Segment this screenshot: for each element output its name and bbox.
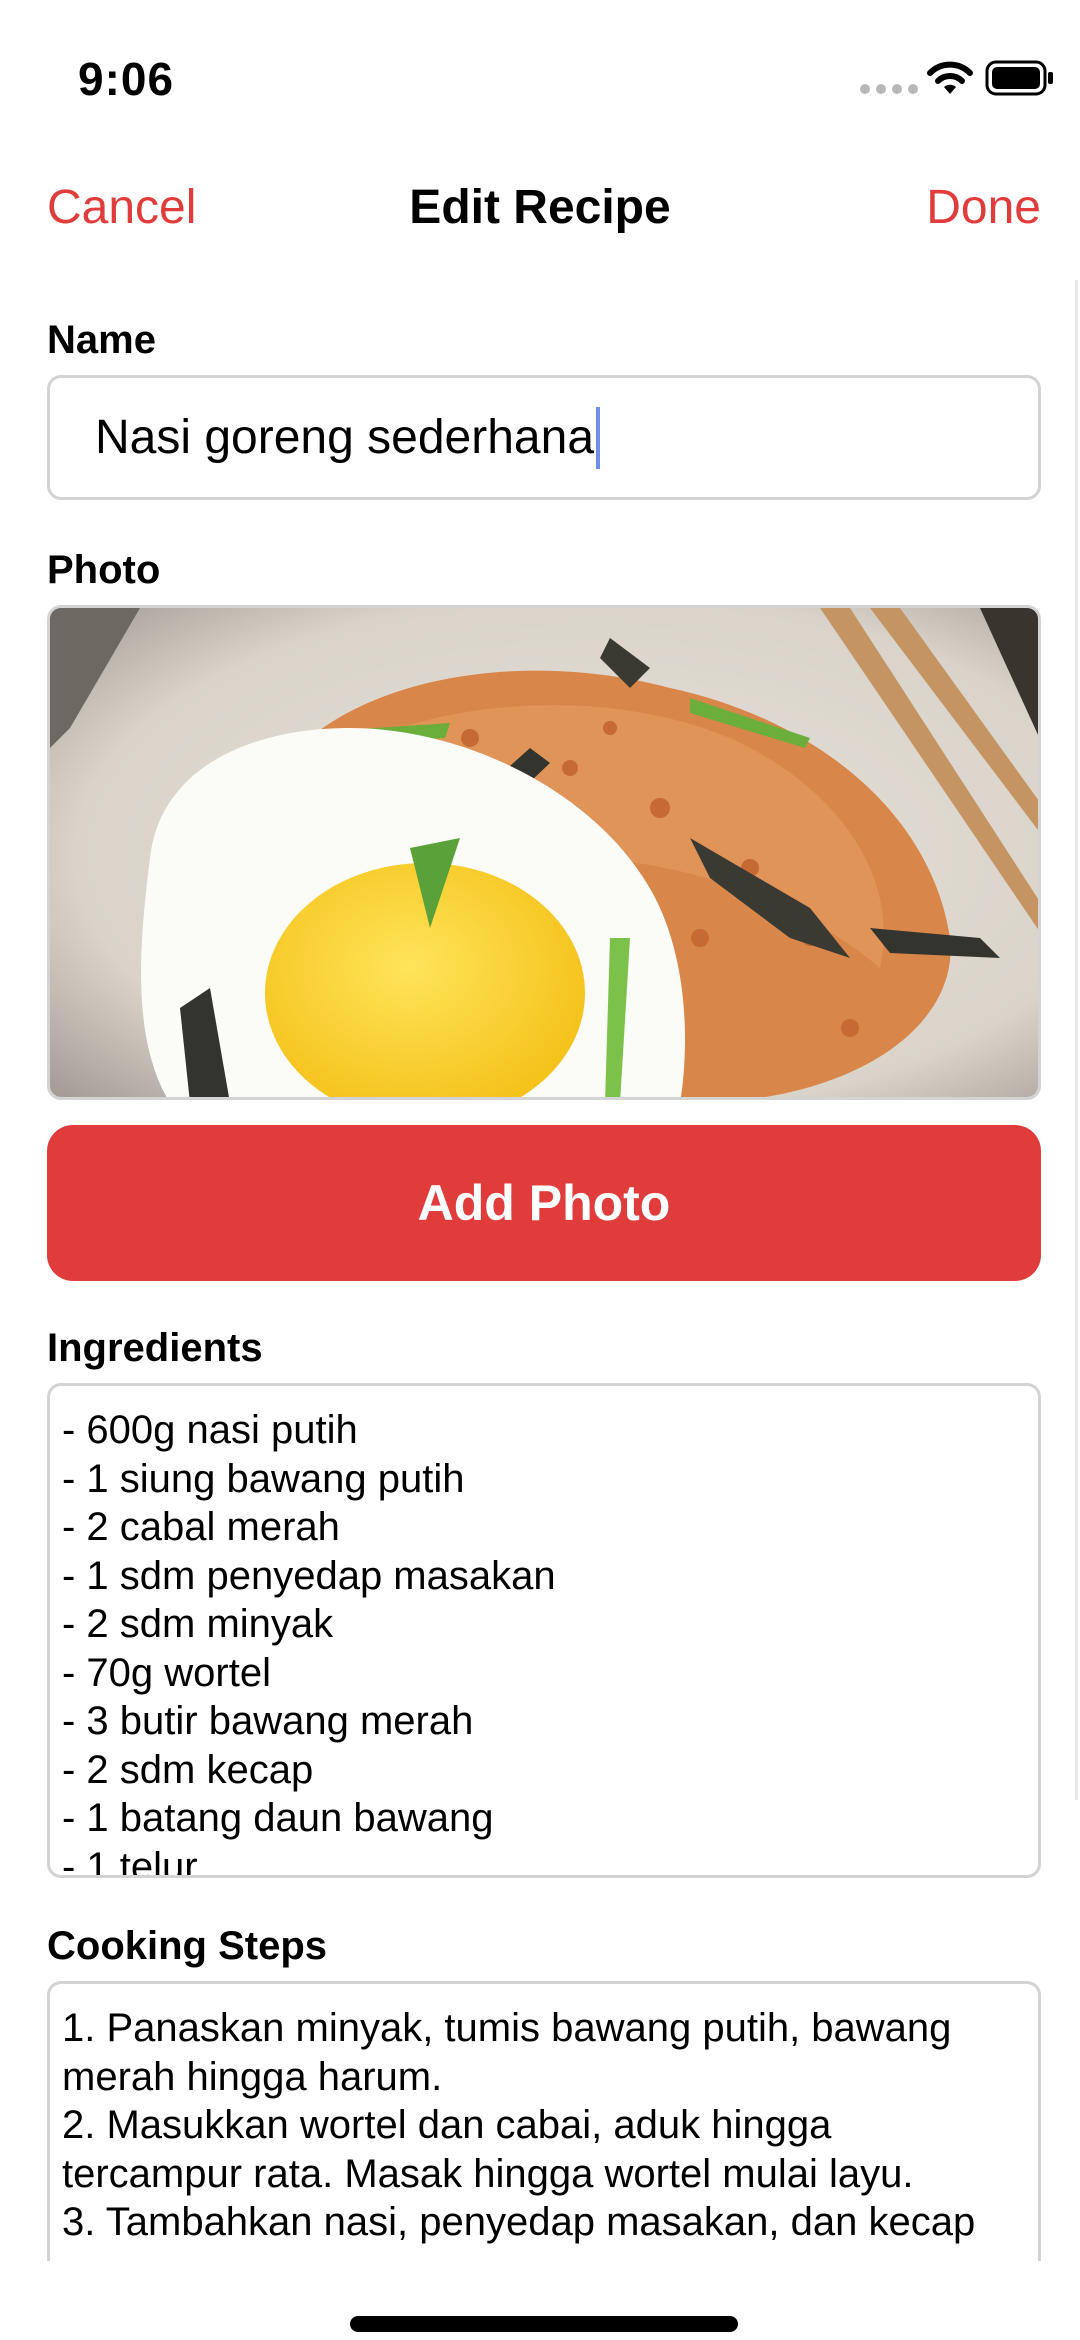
wifi-icon [927,61,973,94]
home-indicator[interactable] [350,2316,738,2332]
step-line: 2. Masukkan wortel dan cabai, aduk hingg… [62,2103,832,2147]
done-button[interactable]: Done [926,180,1041,235]
ingredient-line: - 3 butir bawang merah [62,1699,474,1743]
battery-icon [985,60,1053,96]
recipe-name-input[interactable]: Nasi goreng sederhana [47,375,1041,500]
status-time: 9:06 [78,53,175,105]
ingredient-line: - 1 sdm penyedap masakan [62,1553,556,1598]
step-line: 3. Tambahkan nasi, penyedap masakan, dan… [62,2200,976,2244]
text-caret [596,406,601,469]
ingredient-line: - 2 cabal merah [62,1505,340,1549]
add-photo-button[interactable]: Add Photo [47,1125,1041,1281]
ingredient-line: - 2 sdm minyak [62,1602,334,1646]
edit-recipe-screen: 9:06 Cancel Edit Recipe Done Name Nasi g… [0,0,1080,2340]
ingredients-label: Ingredients [47,1326,263,1370]
ingredients-textarea[interactable]: - 600g nasi putih - 1 siung bawang putih… [47,1383,1041,1878]
recipe-name-value: Nasi goreng sederhana [95,411,595,464]
scroll-indicator[interactable] [1075,280,1078,1800]
cancel-button[interactable]: Cancel [47,180,196,235]
step-line: tercampur rata. Masak hingga wortel mula… [62,2151,914,2196]
ingredient-line: - 70g wortel [62,1650,271,1695]
name-label: Name [47,318,156,362]
ingredient-line: - 1 siung bawang putih [62,1456,465,1501]
photo-label: Photo [47,548,161,592]
cellular-signal-icon [860,84,918,94]
ingredient-line: - 2 sdm kecap [62,1747,314,1792]
step-line: merah hingga harum. [62,2054,443,2099]
ingredient-line: - 1 telur [62,1844,198,1878]
cooking-steps-label: Cooking Steps [47,1924,328,1968]
navigation-bar: Cancel Edit Recipe Done [0,160,1080,260]
ingredient-line: - 1 batang daun bawang [62,1796,494,1840]
status-bar: 9:06 [0,0,1080,150]
step-line: 1. Panaskan minyak, tumis bawang putih, … [62,2006,952,2050]
recipe-photo [47,605,1041,1100]
cooking-steps-textarea[interactable]: 1. Panaskan minyak, tumis bawang putih, … [47,1981,1041,2261]
ingredient-line: - 600g nasi putih [62,1408,358,1452]
